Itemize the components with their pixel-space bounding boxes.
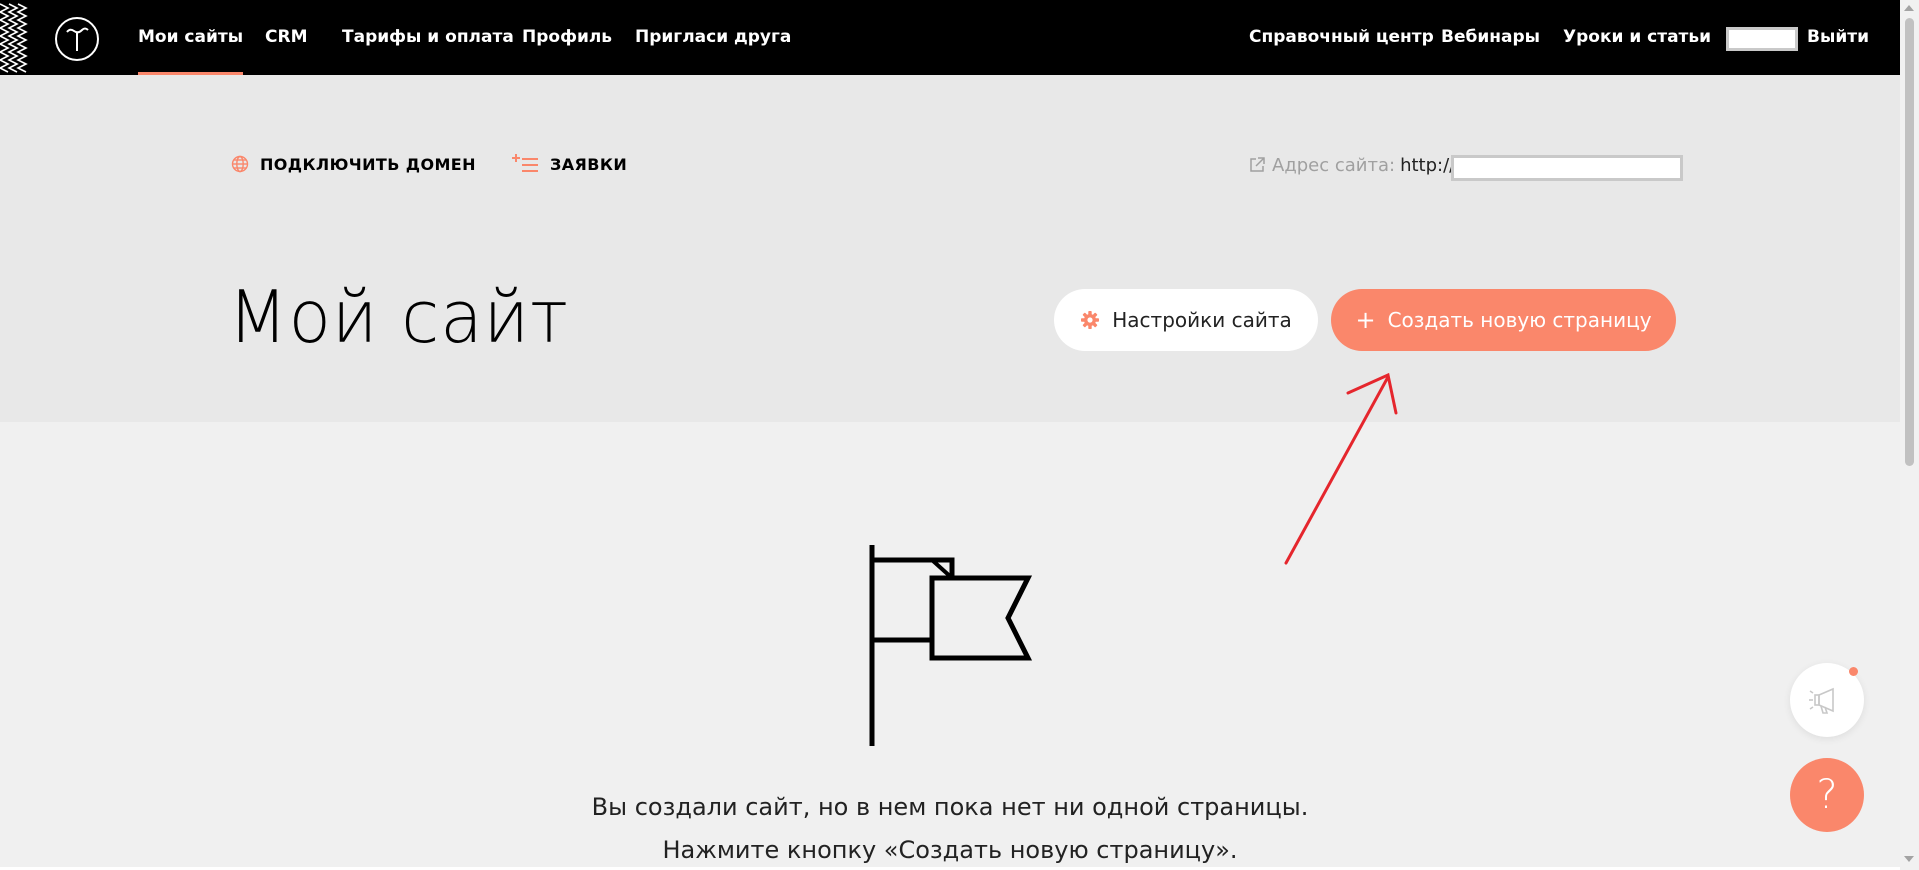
announcements-button[interactable] <box>1790 663 1864 737</box>
create-new-page-label: Создать новую страницу <box>1387 308 1652 332</box>
globe-icon <box>231 155 249 173</box>
nav-invite-friend[interactable]: Пригласи друга <box>635 0 791 75</box>
empty-state-message: Вы создали сайт, но в нем пока нет ни од… <box>591 793 1309 821</box>
site-settings-button[interactable]: Настройки сайта <box>1054 289 1318 351</box>
nav-lessons-and-articles[interactable]: Уроки и статьи <box>1563 0 1711 75</box>
nav-profile[interactable]: Профиль <box>522 0 612 75</box>
list-add-icon <box>512 154 538 172</box>
page-title: Мой сайт <box>228 275 569 359</box>
site-address-label: Адрес сайта: <box>1272 154 1396 176</box>
top-navigation-bar: Мои сайты CRM Тарифы и оплата Профиль Пр… <box>0 0 1900 75</box>
megaphone-icon <box>1809 687 1834 714</box>
scroll-down-arrow-icon[interactable] <box>1904 856 1914 862</box>
tilda-logo-icon[interactable] <box>54 16 100 62</box>
plus-icon: + <box>1355 306 1376 334</box>
scroll-up-arrow-icon[interactable] <box>1904 5 1914 11</box>
redacted-site-address <box>1451 155 1683 181</box>
annotation-arrow-icon <box>1284 372 1398 565</box>
nav-my-sites[interactable]: Мои сайты <box>138 0 244 75</box>
help-button[interactable]: ? <box>1790 758 1864 832</box>
zigzag-pattern-icon <box>0 3 28 73</box>
nav-tariffs-and-payment[interactable]: Тарифы и оплата <box>342 0 514 75</box>
scrollbar-thumb[interactable] <box>1905 18 1914 466</box>
site-address-url-prefix[interactable]: http:// <box>1400 155 1455 176</box>
site-address: Адрес сайта: http:// <box>1248 153 1455 177</box>
requests-link[interactable]: ЗАЯВКИ <box>512 152 627 176</box>
nav-crm[interactable]: CRM <box>265 0 307 75</box>
flag-illustration-icon <box>869 545 1033 746</box>
site-header-section <box>0 75 1900 422</box>
requests-label: ЗАЯВКИ <box>550 154 628 174</box>
nav-webinars[interactable]: Вебинары <box>1441 0 1540 75</box>
connect-domain-link[interactable]: ПОДКЛЮЧИТЬ ДОМЕН <box>231 152 476 176</box>
connect-domain-label: ПОДКЛЮЧИТЬ ДОМЕН <box>260 154 476 174</box>
site-settings-label: Настройки сайта <box>1112 308 1292 332</box>
question-mark-icon: ? <box>1816 772 1838 818</box>
nav-help-center[interactable]: Справочный центр <box>1249 0 1434 75</box>
notification-dot <box>1849 667 1858 676</box>
redacted-account-name <box>1726 27 1798 51</box>
gear-icon <box>1081 311 1100 329</box>
create-new-page-button[interactable]: + Создать новую страницу <box>1331 289 1676 351</box>
empty-state-hint: Нажмите кнопку «Создать новую страницу». <box>662 836 1238 864</box>
nav-logout[interactable]: Выйти <box>1807 0 1869 75</box>
external-link-icon <box>1250 157 1265 172</box>
